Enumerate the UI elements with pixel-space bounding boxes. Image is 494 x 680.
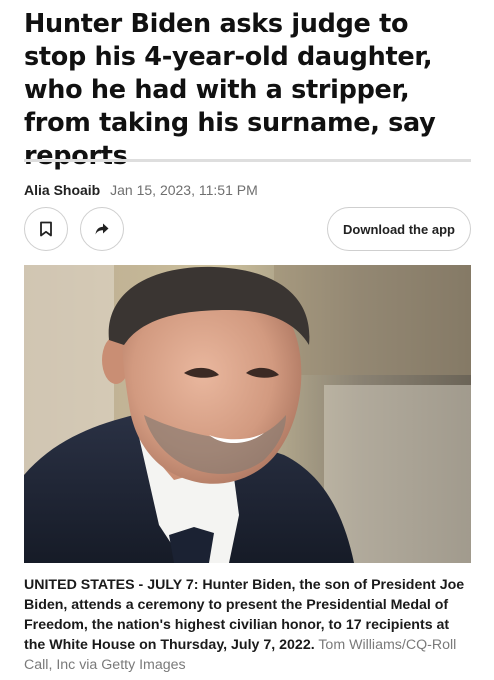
photo-caption: UNITED STATES - JULY 7: Hunter Biden, th… bbox=[24, 575, 471, 675]
byline: Alia Shoaib Jan 15, 2023, 11:51 PM bbox=[24, 181, 258, 199]
publish-date: Jan 15, 2023, 11:51 PM bbox=[110, 182, 258, 198]
share-arrow-icon bbox=[95, 223, 109, 235]
article-headline: Hunter Biden asks judge to stop his 4-ye… bbox=[24, 9, 436, 171]
headline-divider bbox=[24, 159, 471, 162]
bookmark-icon bbox=[40, 221, 52, 237]
author-name[interactable]: Alia Shoaib bbox=[24, 182, 100, 198]
download-app-button[interactable]: Download the app bbox=[327, 207, 471, 251]
share-button[interactable] bbox=[80, 207, 124, 251]
article-photo bbox=[24, 265, 471, 563]
bookmark-button[interactable] bbox=[24, 207, 68, 251]
